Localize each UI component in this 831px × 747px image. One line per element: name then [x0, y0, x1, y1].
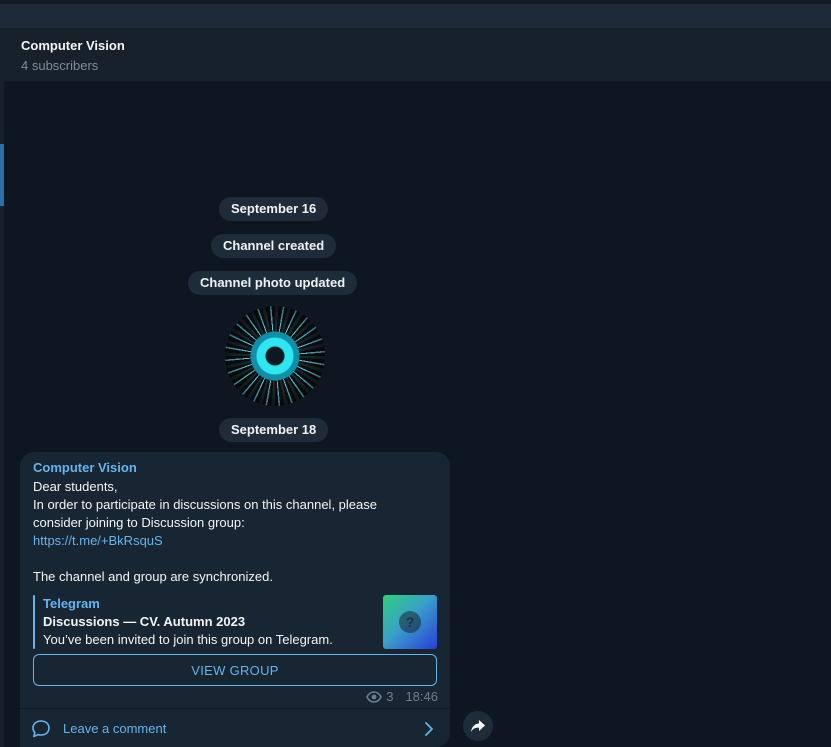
message-line: The channel and group are synchronized. [33, 569, 273, 584]
chat-header[interactable]: Computer Vision 4 subscribers [4, 28, 831, 82]
channel-title[interactable]: Computer Vision [21, 38, 125, 53]
comment-icon [32, 720, 50, 738]
leave-comment-label[interactable]: Leave a comment [63, 721, 166, 736]
service-message-photo-updated: Channel photo updated [188, 271, 358, 295]
chevron-right-icon [425, 722, 433, 736]
link-preview[interactable]: Telegram Discussions — CV. Autumn 2023 Y… [33, 595, 437, 649]
leave-comment-row[interactable]: Leave a comment [20, 709, 450, 747]
message-text: Dear students, In order to participate i… [33, 478, 433, 586]
message-author[interactable]: Computer Vision [33, 460, 137, 475]
message-time: 18:46 [405, 689, 438, 704]
message-line: In order to participate in discussions o… [33, 497, 377, 512]
preview-description: You’ve been invited to join this group o… [43, 632, 333, 647]
view-group-button[interactable]: VIEW GROUP [33, 654, 437, 686]
date-separator: September 16 [219, 197, 329, 221]
share-button[interactable] [463, 711, 493, 741]
window-top-bar [0, 0, 831, 28]
message-meta: 3 18:46 [366, 689, 438, 704]
eye-icon [366, 690, 383, 703]
message-line: Dear students, [33, 479, 118, 494]
preview-title: Discussions — CV. Autumn 2023 [43, 614, 246, 629]
invite-link[interactable]: https://t.me/+BkRsquS [33, 533, 163, 548]
preview-site-name: Telegram [43, 596, 100, 611]
view-count: 3 [386, 689, 394, 704]
group-photo-thumbnail: ? [383, 595, 437, 649]
date-separator: September 18 [219, 418, 329, 442]
service-message-channel-created: Channel created [211, 234, 337, 258]
message-line: consider joining to Discussion group: [33, 515, 245, 530]
preview-accent-bar [33, 595, 35, 649]
question-mark-icon: ? [399, 611, 421, 633]
subscriber-count: 4 subscribers [21, 58, 99, 73]
message-bubble[interactable]: Computer Vision Dear students, In order … [20, 452, 450, 747]
channel-photo[interactable] [225, 306, 325, 406]
share-icon [471, 720, 485, 732]
message-area: September 16 Channel created Channel pho… [4, 82, 831, 747]
